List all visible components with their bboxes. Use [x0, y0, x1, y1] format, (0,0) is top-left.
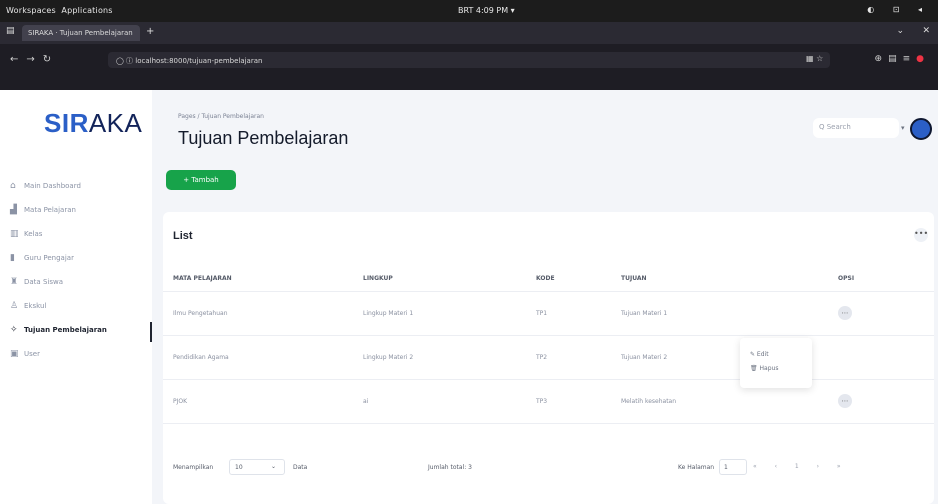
target-icon: ✧	[10, 325, 18, 335]
col-header: OPSI	[834, 267, 934, 292]
page-title: Tujuan Pembelajaran	[178, 128, 349, 148]
sidebar-item-label: Main Dashboard	[24, 182, 81, 190]
user-icon: ▣	[10, 349, 19, 359]
browser-toolbar: ←→↻ ◯ ⓘ localhost:8000/tujuan-pembelajar…	[0, 44, 938, 90]
page-size-select[interactable]: 10 ⌄	[229, 459, 285, 475]
table-row: Pendidikan Agama Lingkup Materi 2 TP2 Tujua…	[163, 335, 934, 380]
table-cell: Ilmu Pengetahuan	[163, 291, 363, 336]
nav-buttons[interactable]: ←→↻	[10, 54, 59, 65]
page-size-value: 10	[235, 464, 243, 471]
delete-menu-item[interactable]: 🗑 Hapus	[750, 362, 812, 376]
avatar[interactable]	[910, 118, 932, 140]
table-cell: TP2	[536, 335, 621, 380]
sidebar-item-label: Ekskul	[24, 302, 47, 310]
page-number-input[interactable]: 1	[719, 459, 747, 475]
table-cell: Pendidikan Agama	[163, 335, 363, 380]
people-icon: ♙	[10, 301, 19, 311]
os-top-bar: Workspaces Applications BRT 4:09 PM ▾ ◐ …	[0, 0, 938, 22]
goto-page-label: Ke Halaman	[678, 464, 715, 471]
row-options-cell[interactable]	[834, 335, 934, 380]
sidebar-item[interactable]: ▮ Guru Pengajar	[0, 246, 152, 270]
table-cell: Tujuan Materi 1	[621, 291, 834, 336]
table-cell: Lingkup Materi 1	[363, 291, 536, 336]
tab-list-icon[interactable]: ▤	[6, 26, 15, 36]
system-tray[interactable]: ◐ ⊡ ◂	[867, 5, 930, 14]
table-header-row: MATA PELAJARAN LINGKUP KODE TUJUAN OPSI	[163, 267, 934, 292]
table-row: PJOK ai TP3 Melatih kesehatan ⋯	[163, 379, 934, 424]
table-cell: Lingkup Materi 2	[363, 335, 536, 380]
bookmark-star-icon[interactable]: ▦ ☆	[806, 54, 823, 63]
card-title: List	[173, 230, 193, 242]
sidebar-item[interactable]: ▟ Mata Pelajaran	[0, 198, 152, 222]
chevron-down-icon[interactable]: ▾	[901, 124, 905, 132]
table-row: Ilmu Pengetahuan Lingkup Materi 1 TP1 Tujua…	[163, 291, 934, 336]
url-text[interactable]: localhost:8000/tujuan-pembelajaran	[135, 57, 262, 65]
edit-menu-item[interactable]: ✎ Edit	[750, 348, 812, 362]
sidebar-item[interactable]: ▣ User	[0, 342, 152, 366]
site-info-icon[interactable]: ◯ ⓘ	[116, 57, 133, 65]
sidebar-item-label: Data Siswa	[24, 278, 63, 286]
chevron-down-icon: ⌄	[270, 463, 276, 470]
pagination-controls[interactable]: « ‹ 1 › »	[753, 463, 849, 470]
col-header[interactable]: KODE	[536, 267, 621, 292]
close-window-icon[interactable]: ✕	[922, 26, 930, 36]
sidebar-item[interactable]: ⌂ Main Dashboard	[0, 174, 152, 198]
add-button[interactable]: + Tambah	[166, 170, 236, 190]
sidebar-item-label: Mata Pelajaran	[24, 206, 76, 214]
row-options-cell[interactable]: ⋯	[834, 291, 934, 336]
table-cell: PJOK	[163, 379, 363, 424]
row-options-icon[interactable]: ⋯	[838, 394, 852, 408]
sidebar-item[interactable]: ♜ Data Siswa	[0, 270, 152, 294]
breadcrumb[interactable]: Pages / Tujuan Pembelajaran	[178, 113, 264, 120]
extension-icons[interactable]: ⊕▤≡●	[875, 54, 930, 64]
more-options-icon[interactable]: •••	[914, 228, 928, 242]
table-cell: TP3	[536, 379, 621, 424]
sidebar-item[interactable]: ▥ Kelas	[0, 222, 152, 246]
activities-menu[interactable]: Workspaces Applications	[6, 6, 113, 15]
sidebar-nav: ⌂ Main Dashboard ▟ Mata Pelajaran ▥ Kelas ▮ Gur…	[0, 174, 152, 366]
siraka-logo[interactable]: SIRAKA	[44, 108, 142, 139]
row-options-icon[interactable]: ⋯	[838, 306, 852, 320]
bars-icon: ▮	[10, 253, 15, 263]
list-card: List ••• MATA PELAJARAN LINGKUP KODE TUJ…	[163, 212, 934, 504]
address-bar[interactable]: ◯ ⓘ localhost:8000/tujuan-pembelajaran	[108, 52, 830, 68]
sidebar-item-label: User	[24, 350, 40, 358]
row-options-cell[interactable]: ⋯	[834, 379, 934, 424]
table-cell: ai	[363, 379, 536, 424]
user-icon: ♜	[10, 277, 19, 287]
sidebar: SIRAKA ⌂ Main Dashboard ▟ Mata Pelajaran ▥ Ke…	[0, 90, 152, 504]
col-header[interactable]: TUJUAN	[621, 267, 834, 292]
tab-overflow-icon[interactable]: ⌄	[896, 26, 904, 36]
sidebar-item[interactable]: ✧ Tujuan Pembelajaran	[0, 318, 152, 342]
col-header[interactable]: MATA PELAJARAN	[163, 267, 363, 292]
data-table: MATA PELAJARAN LINGKUP KODE TUJUAN OPSI …	[163, 267, 934, 424]
sidebar-item-label: Kelas	[24, 230, 43, 238]
browser-tab-bar: ▤ SIRAKA · Tujuan Pembelajaran + ⌄ ✕	[0, 22, 938, 44]
sidebar-item-label: Guru Pengajar	[24, 254, 74, 262]
total-count: Jumlah total: 3	[428, 464, 472, 471]
table-cell: TP1	[536, 291, 621, 336]
row-action-menu: ✎ Edit 🗑 Hapus	[740, 338, 812, 388]
home-icon: ⌂	[10, 181, 16, 191]
table-footer: Menampilkan 10 ⌄ Data Jumlah total: 3 Ke…	[163, 455, 934, 485]
sidebar-item[interactable]: ♙ Ekskul	[0, 294, 152, 318]
browser-tab[interactable]: SIRAKA · Tujuan Pembelajaran	[22, 25, 140, 41]
new-tab-button[interactable]: +	[146, 26, 154, 37]
sidebar-item-label: Tujuan Pembelajaran	[24, 326, 107, 334]
show-label: Menampilkan	[173, 464, 214, 471]
data-label: Data	[293, 464, 308, 471]
search-input[interactable]: Q Search	[813, 118, 899, 138]
clock[interactable]: BRT 4:09 PM ▾	[458, 6, 515, 15]
col-header[interactable]: LINGKUP	[363, 267, 536, 292]
grid-icon: ▥	[10, 229, 19, 239]
chart-icon: ▟	[10, 205, 17, 215]
